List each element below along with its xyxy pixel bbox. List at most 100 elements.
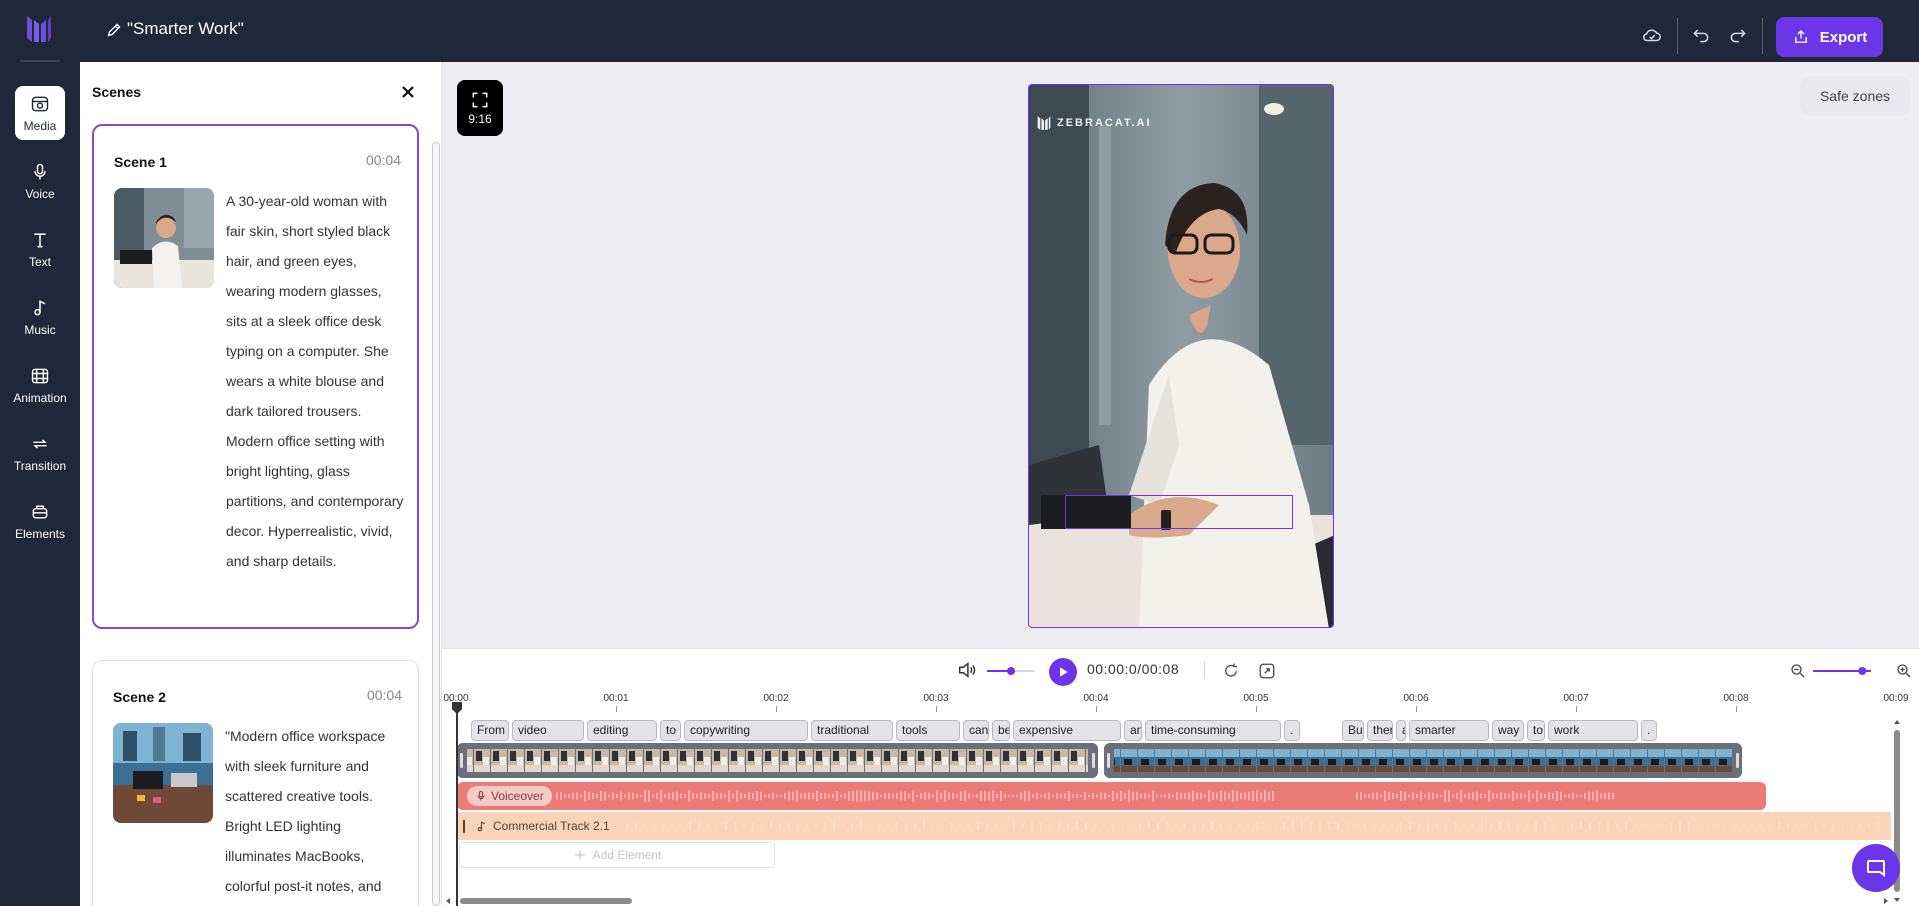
voiceover-track[interactable]: Voiceover [457,782,1766,810]
selection-box[interactable] [1065,495,1293,529]
music-label: Commercial Track 2.1 [493,819,610,833]
ruler-tick [616,706,617,712]
sidebar-item-animation[interactable]: Animation [13,358,67,412]
word-chip[interactable]: way [1492,720,1524,741]
zoom-in-icon[interactable] [1893,660,1915,682]
word-chip[interactable]: traditional [811,720,893,741]
project-title[interactable]: "Smarter Work" [106,19,244,39]
music-track[interactable]: Commercial Track 2.1 [457,812,1891,840]
music-note-icon [477,820,485,831]
elements-icon [32,504,48,519]
word-chip[interactable]: smarter [1409,720,1489,741]
music-chip: Commercial Track 2.1 [475,819,610,833]
word-chip[interactable]: there [1367,720,1393,741]
clip-thumbnails [1104,743,1742,778]
word-chip[interactable]: and [1124,720,1142,741]
sidebar-item-media[interactable]: Media [15,86,65,140]
chat-support-button[interactable] [1852,844,1900,892]
word-chip[interactable]: video [512,720,584,741]
scene-card-2[interactable]: Scene 2 00:04 "Modern office workspace w… [92,660,419,906]
ruler-tick [1416,706,1417,712]
volume-icon[interactable] [955,658,979,682]
scenes-scrollbar[interactable] [432,142,440,906]
ruler-tick [936,706,937,712]
export-upload-icon [1794,30,1807,43]
ruler-label: 00:01 [603,693,629,704]
cloud-check-icon[interactable] [1641,24,1663,46]
word-chip[interactable]: . [1641,720,1657,741]
voiceover-waveform [556,790,1614,802]
sidebar-item-text[interactable]: Text [15,222,65,276]
toolbar-divider [1762,18,1763,54]
word-chip[interactable]: But [1342,720,1364,741]
ruler-label: 00:08 [1723,693,1749,704]
word-chip[interactable]: to [660,720,681,741]
ruler-label: 00:04 [1083,693,1109,704]
ruler-tick [1736,706,1737,712]
word-chip[interactable]: a [1396,720,1406,741]
music-trim-handle[interactable] [463,820,465,833]
video-clip-scene-2[interactable] [1104,743,1742,778]
music-note-icon [34,299,46,315]
ruler-tick [1096,706,1097,712]
film-icon [31,368,49,383]
video-clip-scene-1[interactable] [457,743,1098,778]
word-chip[interactable]: tools [896,720,960,741]
word-chip[interactable]: be [992,720,1010,741]
zebracat-logo-icon[interactable] [26,14,52,44]
play-button[interactable] [1049,658,1077,686]
ruler-label: 00:07 [1563,693,1589,704]
safe-zones-button[interactable]: Safe zones [1800,76,1910,116]
scene-card-1[interactable]: Scene 1 00:04 A 30-year-old woman with f… [92,124,419,629]
redo-icon[interactable] [1727,24,1749,46]
word-chip[interactable]: to [1527,720,1545,741]
plus-icon [574,850,585,860]
loop-icon[interactable] [1220,660,1242,682]
zoom-out-icon[interactable] [1787,660,1809,682]
word-chip[interactable]: time-consuming [1145,720,1281,741]
undo-icon[interactable] [1690,24,1712,46]
playhead[interactable] [456,702,458,906]
sidebar-item-label: Music [24,322,56,337]
word-chip[interactable]: work [1548,720,1638,741]
export-button[interactable]: Export [1776,17,1883,57]
sidebar-item-elements[interactable]: Elements [15,494,65,548]
aspect-ratio-button[interactable]: 9:16 [457,80,503,136]
playback-divider [1204,661,1205,679]
volume-slider[interactable] [985,664,1037,678]
play-icon [1060,667,1068,677]
watermark: ZEBRACAT.AI [1037,115,1152,131]
word-chip[interactable]: From [471,720,509,741]
preview-frame-image [1029,85,1333,627]
add-element-button[interactable]: Add Element [459,842,775,868]
sidebar-item-transition[interactable]: Transition [14,426,66,480]
word-chip[interactable]: can [963,720,989,741]
watermark-text: ZEBRACAT.AI [1057,117,1152,129]
word-chip[interactable]: editing [587,720,657,741]
zebracat-logo-icon [1037,116,1051,130]
toolbar-divider [1677,18,1678,54]
transition-icon [33,438,47,449]
fit-icon[interactable] [1256,660,1278,682]
zoom-slider[interactable] [1811,664,1873,678]
sidebar-item-voice[interactable]: Voice [15,154,65,208]
close-icon[interactable] [398,82,418,102]
voiceover-chip: Voiceover [467,786,552,806]
microphone-icon [34,163,46,179]
scenes-panel: Scenes Scene 1 00:04 A 30-year-old woman… [80,62,442,906]
word-chip[interactable]: . [1284,720,1300,741]
fullscreen-icon [472,92,488,108]
sidebar-item-music[interactable]: Music [15,290,65,344]
sidebar-item-label: Animation [13,390,67,405]
word-chip[interactable]: expensive [1013,720,1121,741]
chat-icon [1867,860,1885,877]
scene-description: A 30-year-old woman with fair skin, shor… [226,193,404,569]
word-chip[interactable]: copywriting [684,720,808,741]
voiceover-label: Voiceover [491,789,544,803]
timeline-horizontal-scrollbar[interactable] [444,896,1890,906]
video-preview-canvas[interactable]: ZEBRACAT.AI [1028,84,1334,628]
clip-thumbnails [457,743,1098,778]
ruler-label: 00:02 [763,693,789,704]
media-icon [31,96,49,111]
scene-name: Scene 1 [114,154,167,170]
